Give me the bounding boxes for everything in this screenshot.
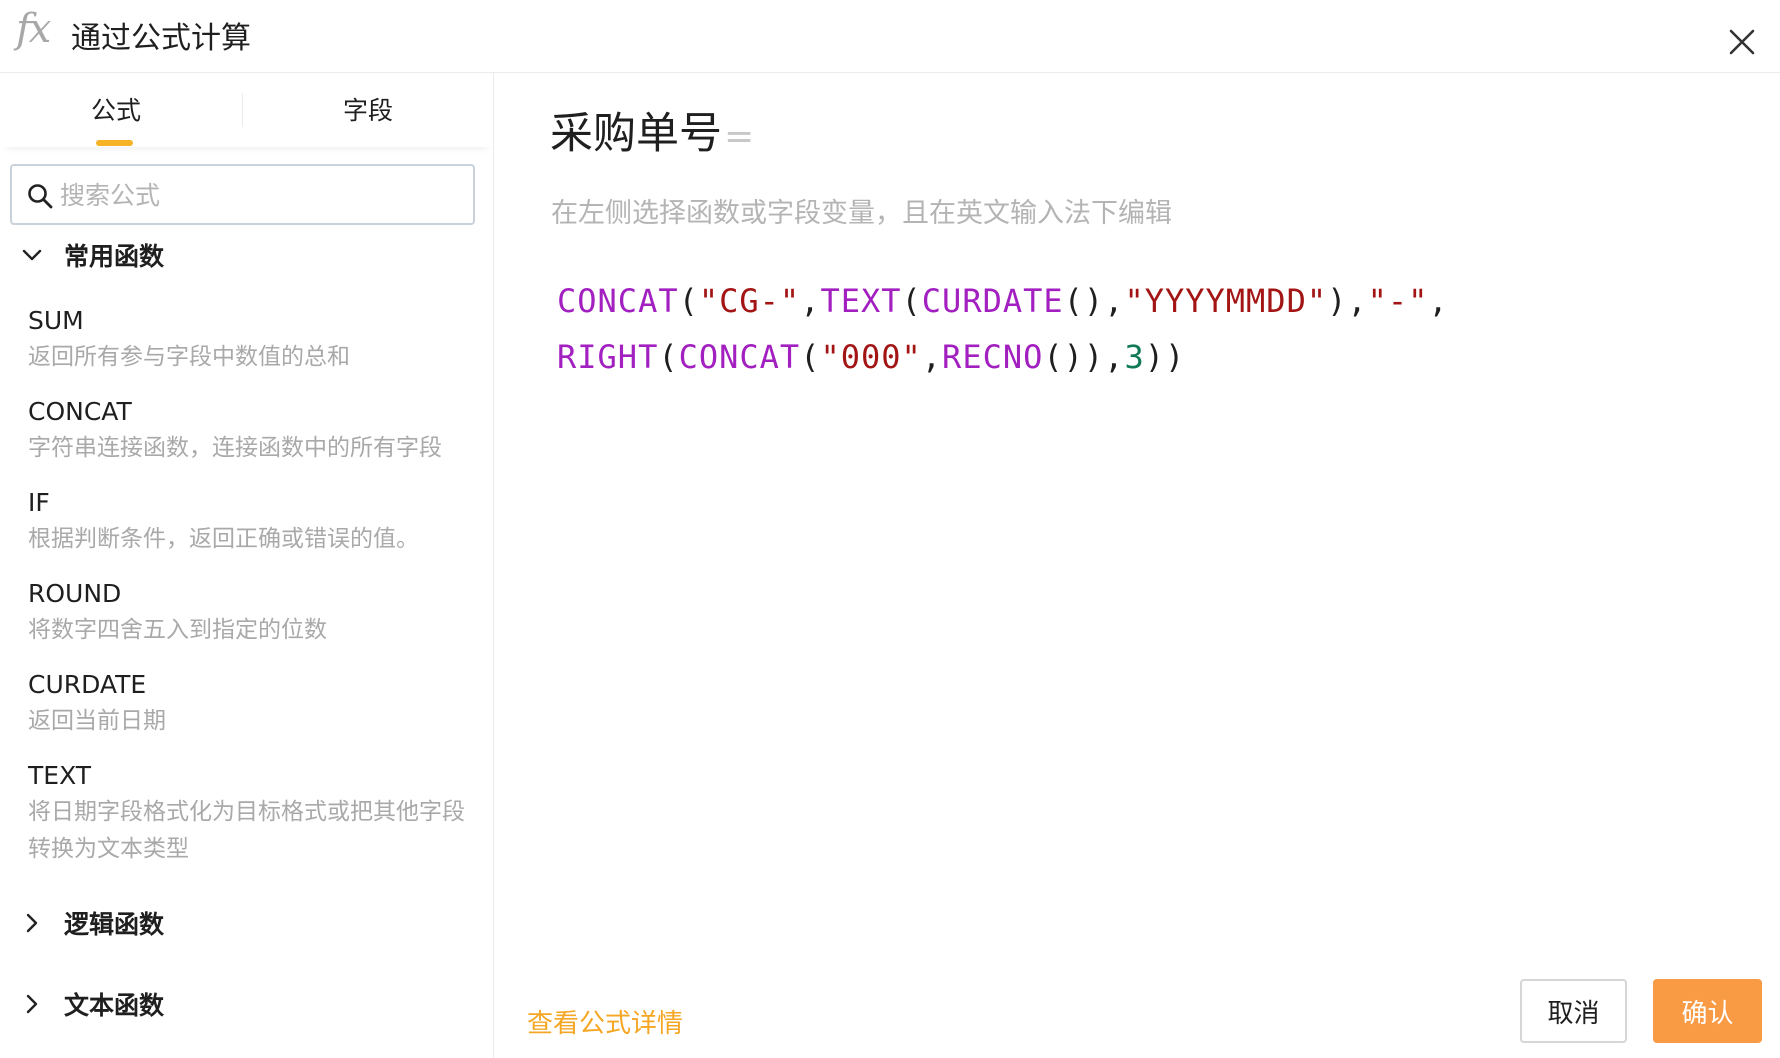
- formula-token-punc: ()),: [1043, 338, 1125, 376]
- equals-sign: =: [724, 116, 755, 157]
- target-field-name: 采购单号=: [550, 99, 754, 161]
- formula-token-punc: (: [800, 338, 821, 376]
- function-item-text[interactable]: TEXT 将日期字段格式化为目标格式或把其他字段转换为文本类型: [28, 760, 468, 868]
- editor-hint: 在左侧选择函数或字段变量，且在英文输入法下编辑: [551, 198, 1172, 229]
- function-item-concat[interactable]: CONCAT 字符串连接函数，连接函数中的所有字段: [28, 396, 468, 467]
- search-icon: [26, 182, 54, 210]
- formula-token-fn: TEXT: [820, 282, 902, 320]
- formula-editor-panel: 采购单号= 在左侧选择函数或字段变量，且在英文输入法下编辑 CONCAT("CG…: [495, 73, 1780, 1058]
- function-name: CONCAT: [28, 397, 132, 426]
- cancel-button[interactable]: 取消: [1520, 979, 1627, 1043]
- chevron-right-icon: [18, 990, 46, 1018]
- formula-dialog: fx 通过公式计算 公式 字段 搜索公式 常用函数 SUM 返回所有参与字段中数…: [0, 0, 1780, 1058]
- search-box: [10, 164, 475, 225]
- formula-token-fn: CONCAT: [678, 338, 801, 376]
- group-label: 文本函数: [64, 991, 165, 1020]
- formula-token-str: "000": [820, 338, 922, 376]
- dialog-header: fx 通过公式计算: [0, 0, 1780, 73]
- formula-token-punc: ,: [921, 338, 943, 376]
- function-description: 将日期字段格式化为目标格式或把其他字段转换为文本类型: [28, 799, 465, 862]
- function-name: ROUND: [28, 579, 122, 608]
- function-name: IF: [28, 488, 50, 517]
- formula-token-fn: CURDATE: [921, 282, 1064, 320]
- tab-divider: [242, 93, 243, 127]
- formula-editor[interactable]: CONCAT("CG-",TEXT(CURDATE(),"YYYYMMDD"),…: [557, 273, 1707, 385]
- formula-token-punc: (: [901, 282, 922, 320]
- formula-token-punc: )): [1144, 338, 1186, 376]
- formula-token-num: 3: [1124, 338, 1145, 376]
- fx-icon: fx: [16, 6, 51, 52]
- formula-token-punc: ),: [1327, 282, 1368, 320]
- formula-token-str: "-": [1367, 282, 1429, 320]
- function-description: 返回所有参与字段中数值的总和: [28, 344, 350, 370]
- function-description: 根据判断条件，返回正确或错误的值。: [28, 526, 419, 552]
- group-label: 逻辑函数: [64, 910, 165, 939]
- formula-token-fn: RECNO: [942, 338, 1044, 376]
- search-input[interactable]: [60, 174, 460, 216]
- formula-token-str: "CG-": [698, 282, 801, 320]
- formula-token-str: "YYYYMMDD": [1124, 282, 1328, 320]
- field-name-text: 采购单号: [550, 109, 722, 159]
- formula-token-fn: CONCAT: [557, 282, 679, 320]
- active-tab-indicator: [96, 140, 133, 146]
- chevron-right-icon: [18, 909, 46, 937]
- confirm-button[interactable]: 确认: [1653, 979, 1762, 1043]
- function-name: TEXT: [28, 761, 92, 790]
- formula-token-punc: (),: [1063, 282, 1125, 320]
- dialog-title: 通过公式计算: [71, 21, 251, 56]
- formula-token-punc: (: [678, 282, 699, 320]
- formula-token-fn: RIGHT: [557, 338, 659, 376]
- formula-token-punc: ,: [1428, 282, 1449, 320]
- close-icon[interactable]: [1722, 22, 1762, 62]
- function-item-if[interactable]: IF 根据判断条件，返回正确或错误的值。: [28, 487, 468, 558]
- group-label: 常用函数: [64, 242, 165, 271]
- formula-token-punc: ,: [800, 282, 821, 320]
- sidebar-tabs: 公式 字段: [0, 73, 493, 147]
- function-item-sum[interactable]: SUM 返回所有参与字段中数值的总和: [28, 305, 468, 376]
- function-description: 返回当前日期: [28, 708, 166, 734]
- formula-detail-link[interactable]: 查看公式详情: [527, 1003, 683, 1040]
- function-item-curdate[interactable]: CURDATE 返回当前日期: [28, 669, 468, 740]
- tab-fields[interactable]: 字段: [343, 91, 393, 127]
- function-description: 将数字四舍五入到指定的位数: [28, 617, 327, 643]
- formula-token-punc: (: [658, 338, 679, 376]
- function-item-round[interactable]: ROUND 将数字四舍五入到指定的位数: [28, 578, 468, 649]
- function-name: SUM: [28, 306, 84, 335]
- chevron-down-icon: [18, 241, 46, 269]
- function-name: CURDATE: [28, 670, 147, 699]
- formula-line: RIGHT(CONCAT("000",RECNO()),3)): [557, 329, 1707, 385]
- formula-line: CONCAT("CG-",TEXT(CURDATE(),"YYYYMMDD"),…: [557, 273, 1707, 329]
- sidebar: 公式 字段 常用函数 SUM 返回所有参与字段中数: [0, 73, 494, 1058]
- tab-formula[interactable]: 公式: [91, 91, 141, 127]
- function-description: 字符串连接函数，连接函数中的所有字段: [28, 435, 442, 461]
